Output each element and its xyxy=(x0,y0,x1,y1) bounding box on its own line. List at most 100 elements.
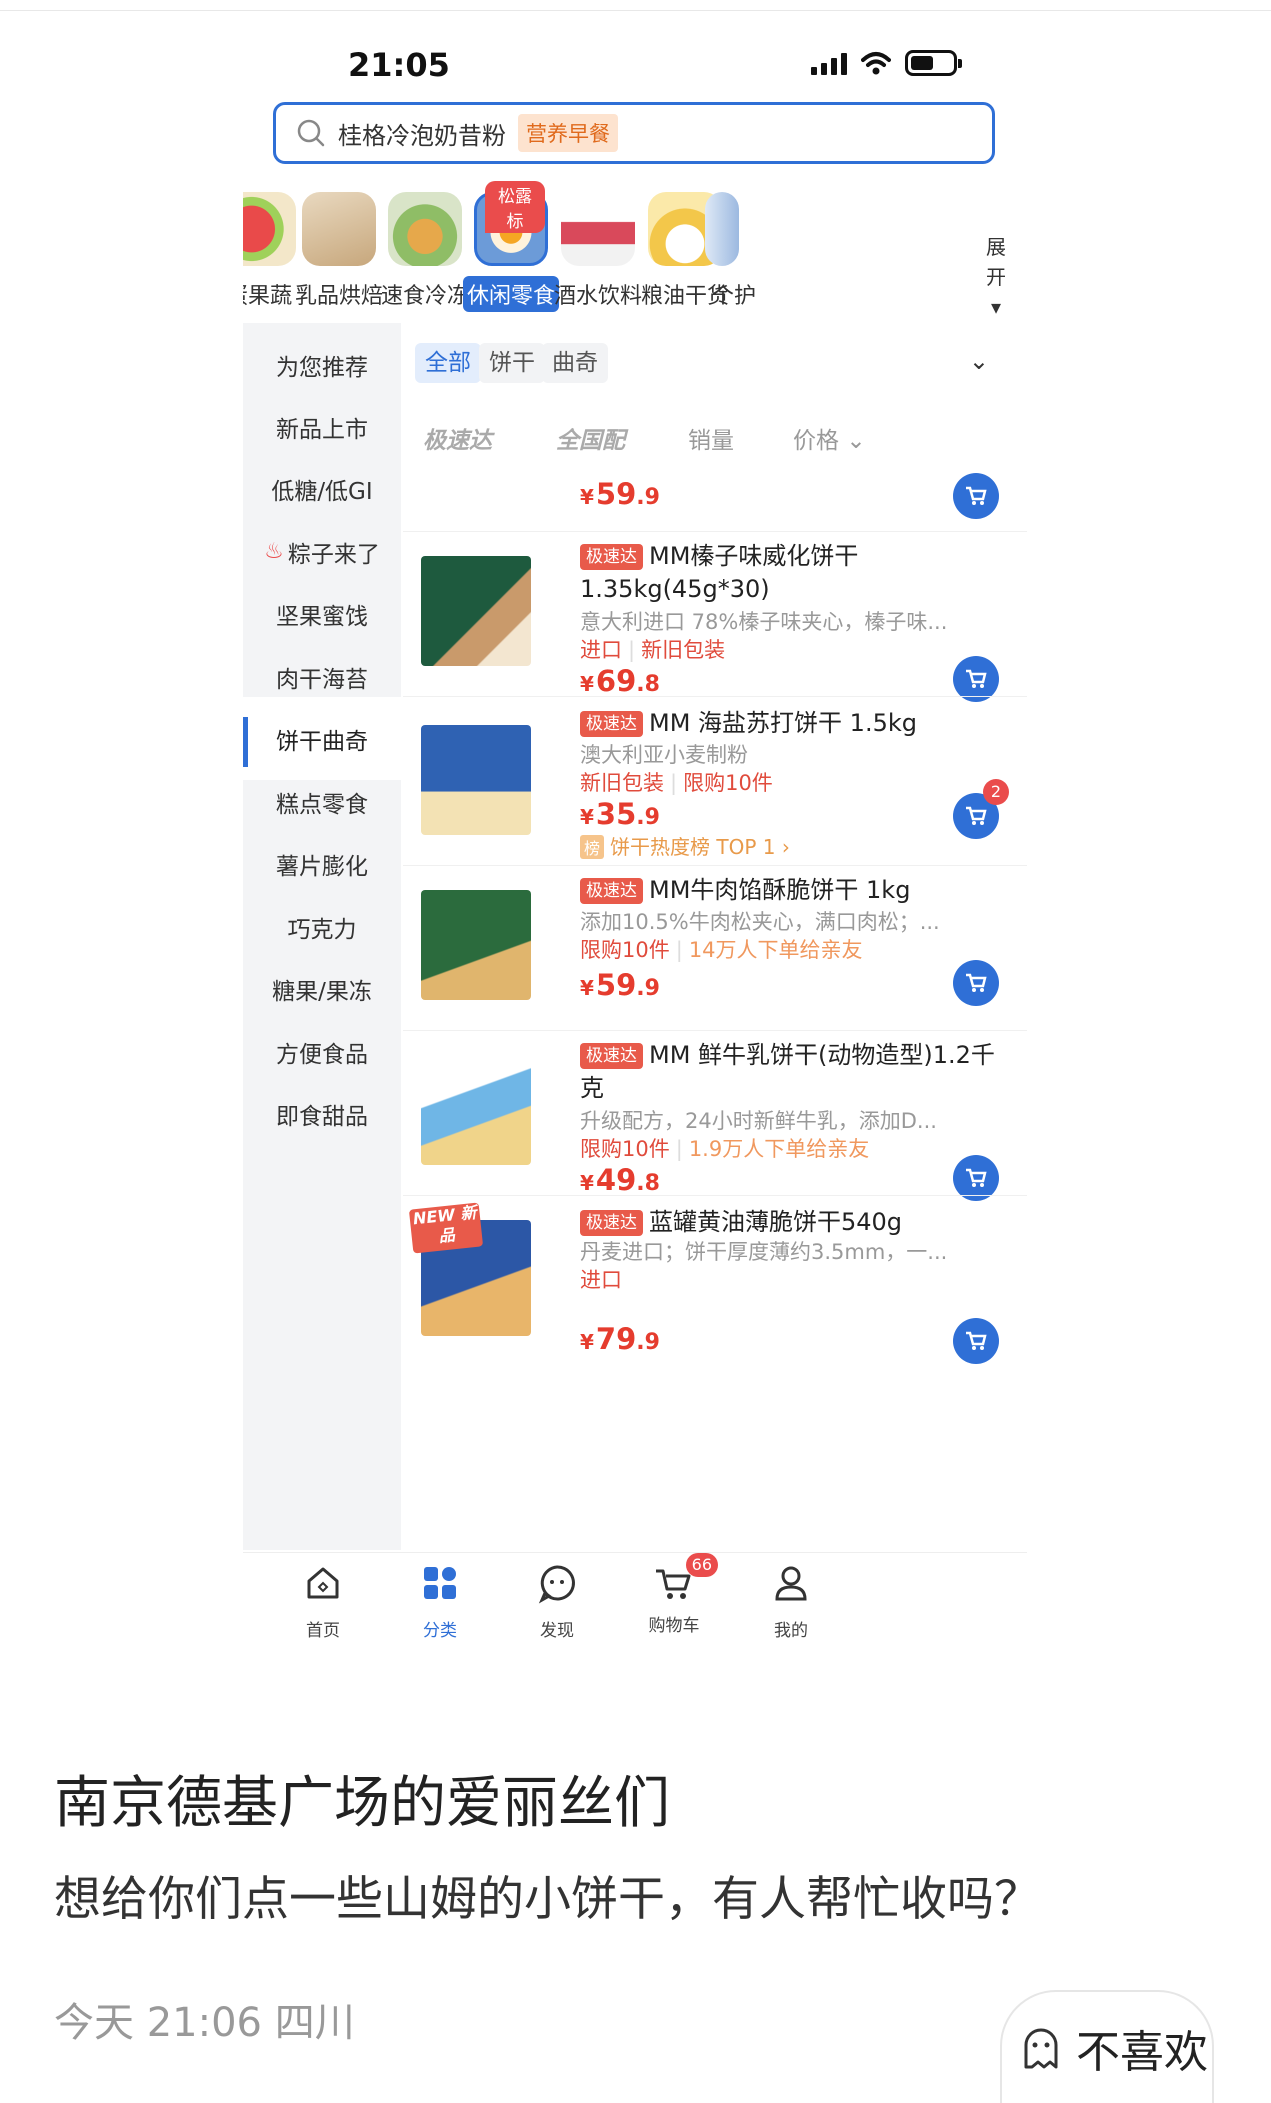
category-image xyxy=(388,192,462,266)
product-tags: 进口 | 新旧包装 xyxy=(580,638,726,662)
fire-icon: ♨ xyxy=(264,539,284,564)
tab-cart[interactable]: 66 购物车 xyxy=(624,1553,724,1636)
tab-home[interactable]: 首页 xyxy=(273,1561,373,1640)
cart-icon xyxy=(966,486,987,505)
product-tags: 新旧包装 | 限购10件 xyxy=(580,771,773,795)
nav-label: 坚果蜜饯 xyxy=(276,603,368,630)
product-title: 极速达 MM牛肉馅酥脆饼干 1kg xyxy=(580,874,1000,907)
post-title: 南京德基广场的爱丽丝们 xyxy=(54,1771,670,1836)
rank-badge[interactable]: 榜饼干热度榜 TOP 1 › xyxy=(580,831,790,860)
chevron-down-icon[interactable]: ⌄ xyxy=(969,347,989,375)
nav-label: 新品上市 xyxy=(276,416,368,443)
product-image xyxy=(421,890,531,1000)
cart-count-badge: 2 xyxy=(983,779,1009,805)
category-image xyxy=(302,192,376,266)
sort-national[interactable]: 全国配 xyxy=(556,421,625,455)
cart-icon xyxy=(966,1168,987,1187)
home-icon xyxy=(307,1567,339,1599)
left-category-nav: 为您推荐 新品上市 低糖/低GI ♨ 粽子来了 坚果蜜饯 肉干海苔 饼干曲奇 糕点… xyxy=(243,323,401,1550)
subtab-all[interactable]: 全部 xyxy=(415,343,481,383)
nav-label: 低糖/低GI xyxy=(271,478,373,505)
chevron-down-icon: ⌄ xyxy=(846,428,866,454)
tab-category[interactable]: 分类 xyxy=(390,1561,490,1640)
product-price: ¥59.9 xyxy=(580,968,660,1002)
product-price: ¥49.8 xyxy=(580,1163,660,1197)
sort-sales[interactable]: 销量 xyxy=(688,421,734,455)
add-to-cart-button[interactable]: 2 xyxy=(953,779,1009,839)
wifi-icon xyxy=(861,52,891,75)
tab-label: 我的 xyxy=(774,1621,808,1640)
product-image xyxy=(421,725,531,835)
battery-icon xyxy=(905,50,962,76)
nav-label: 巧克力 xyxy=(287,916,357,943)
cart-icon xyxy=(966,806,987,825)
search-bar[interactable]: 桂格冷泡奶昔粉 营养早餐 xyxy=(273,102,995,164)
product-item[interactable]: ¥59.9 xyxy=(403,469,1027,521)
subtab-biscuits[interactable]: 饼干 xyxy=(479,343,545,383)
nav-label: 饼干曲奇 xyxy=(276,728,368,755)
bottom-tab-bar: 首页 分类 发现 66 购物车 我的 xyxy=(243,1552,1027,1640)
dislike-button[interactable]: 不喜欢 xyxy=(1000,1990,1214,2103)
product-price: ¥79.9 xyxy=(580,1322,660,1356)
signal-icon xyxy=(811,51,847,75)
cart-count-badge: 66 xyxy=(685,1553,718,1577)
product-item[interactable]: 极速达 MM 海盐苏打饼干 1.5kg 澳大利亚小麦制粉 新旧包装 | 限购10件 ¥… xyxy=(403,696,1027,865)
tab-label: 购物车 xyxy=(648,1616,700,1636)
product-title: 极速达 蓝罐黄油薄脆饼干540g xyxy=(580,1206,1000,1239)
subtab-cookies[interactable]: 曲奇 xyxy=(542,343,608,383)
category-image xyxy=(561,192,635,266)
nav-label: 糕点零食 xyxy=(276,791,368,818)
tab-discover[interactable]: 发现 xyxy=(507,1561,607,1640)
rank-icon: 榜 xyxy=(580,835,605,859)
sub-tabs: 全部 饼干 曲奇 ⌄ xyxy=(403,323,1027,397)
discover-icon xyxy=(538,1565,575,1604)
category-item[interactable]: 个护 xyxy=(699,182,769,312)
post-meta: 今天 21:06 四川 xyxy=(54,2000,355,2046)
category-row: 蛋果蔬 乳品烘焙 速食冷冻 松露标 休闲零食 酒水饮料 粮油干货 个护 xyxy=(243,181,1027,319)
tab-label: 首页 xyxy=(306,1621,340,1640)
product-desc: 添加10.5%牛肉松夹心，满口肉松；... xyxy=(580,910,940,934)
product-desc: 升级配方，24小时新鲜牛乳，添加D... xyxy=(580,1109,937,1133)
product-price: ¥69.8 xyxy=(580,664,660,698)
product-item[interactable]: 极速达 MM榛子味威化饼干1.35kg(45g*30) 意大利进口 78%榛子味夹… xyxy=(403,531,1027,702)
search-query: 桂格冷泡奶昔粉 xyxy=(338,121,506,150)
product-title: 极速达 MM榛子味威化饼干1.35kg(45g*30) xyxy=(580,542,859,603)
category-icon xyxy=(424,1567,456,1599)
product-title: 极速达 MM 鲜牛乳饼干(动物造型)1.2千克 xyxy=(580,1041,995,1102)
product-item[interactable]: 极速达 MM牛肉馅酥脆饼干 1kg 添加10.5%牛肉松夹心，满口肉松；... 限… xyxy=(403,865,1027,1030)
category-badge: 松露标 xyxy=(485,181,545,233)
search-chip[interactable]: 营养早餐 xyxy=(518,114,618,152)
search-icon xyxy=(297,119,325,147)
product-desc: 澳大利亚小麦制粉 xyxy=(580,743,748,767)
nav-label: 为您推荐 xyxy=(276,354,368,381)
product-tags: 限购10件 | 1.9万人下单给亲友 xyxy=(580,1137,870,1161)
cart-icon xyxy=(966,973,987,992)
product-image xyxy=(421,1055,531,1165)
cart-icon xyxy=(966,669,987,688)
category-image xyxy=(705,192,739,266)
nav-label: 即食甜品 xyxy=(276,1103,368,1130)
tab-profile[interactable]: 我的 xyxy=(741,1561,841,1640)
profile-icon xyxy=(775,1566,807,1601)
add-to-cart-button[interactable] xyxy=(953,960,999,1006)
status-time: 21:05 xyxy=(348,46,450,84)
nav-label: 糖果/果冻 xyxy=(272,978,372,1005)
add-to-cart-button[interactable] xyxy=(953,1318,999,1364)
expand-label: 展开 xyxy=(986,235,1006,289)
ghost-icon xyxy=(1024,2028,1058,2068)
product-price: ¥59.9 xyxy=(580,477,660,511)
product-desc: 意大利进口 78%榛子味夹心，榛子味... xyxy=(580,610,948,634)
add-to-cart-button[interactable] xyxy=(953,473,999,519)
nav-label: 方便食品 xyxy=(276,1041,368,1068)
product-tags: 限购10件 | 14万人下单给亲友 xyxy=(580,938,863,962)
new-product-badge: NEW 新品 xyxy=(408,1202,484,1254)
nav-item[interactable]: 即食甜品 xyxy=(243,1072,401,1155)
product-price: ¥35.9 xyxy=(580,797,660,831)
product-item[interactable]: 极速达 MM 鲜牛乳饼干(动物造型)1.2千克 升级配方，24小时新鲜牛乳，添加D… xyxy=(403,1030,1027,1201)
expand-button[interactable]: 展开 ▾ xyxy=(981,232,1011,322)
nav-label: 粽子来了 xyxy=(287,541,380,568)
product-image xyxy=(421,556,531,666)
sort-fast[interactable]: 极速达 xyxy=(423,421,492,455)
sort-price[interactable]: 价格 ⌄ xyxy=(793,421,866,455)
product-item[interactable]: NEW 新品 极速达 蓝罐黄油薄脆饼干540g 丹麦进口；饼干厚度薄约3.5mm，… xyxy=(403,1195,1027,1364)
